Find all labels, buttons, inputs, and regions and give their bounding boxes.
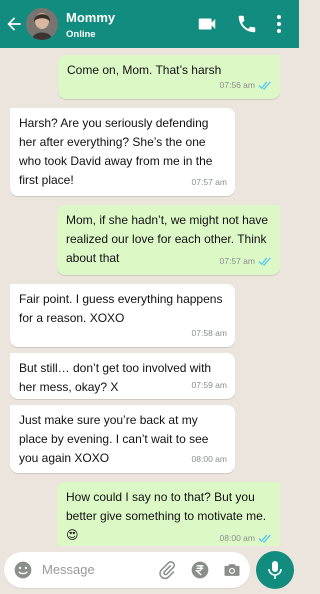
- double-check-icon: [258, 81, 271, 90]
- message-placeholder: Message: [42, 562, 95, 577]
- mic-button[interactable]: [256, 551, 294, 589]
- double-check-icon: [258, 257, 271, 266]
- paperclip-icon[interactable]: [157, 560, 177, 580]
- message-bubble-outgoing[interactable]: Mom, if she hadn’t, we might not have re…: [57, 205, 280, 275]
- message-bubble-incoming[interactable]: Just make sure you’re back at my place b…: [10, 405, 235, 473]
- message-bubble-incoming[interactable]: Harsh? Are you seriously defending her a…: [10, 108, 235, 196]
- message-bubble-outgoing[interactable]: How could I say no to that? But you bett…: [57, 482, 280, 552]
- chat-header: Mommy Online: [0, 0, 299, 48]
- message-bubble-incoming[interactable]: Fair point. I guess everything happens f…: [10, 284, 235, 347]
- mic-icon: [268, 561, 282, 579]
- rupee-payment-icon[interactable]: [190, 560, 210, 580]
- message-list[interactable]: Come on, Mom. That’s harsh 07:56 am Hars…: [0, 48, 299, 552]
- message-time: 07:58 am: [191, 328, 227, 338]
- message-time: 07:57 am: [191, 177, 227, 187]
- message-time: 07:56 am: [219, 80, 255, 90]
- back-arrow-icon[interactable]: [4, 14, 24, 34]
- more-vertical-icon[interactable]: [272, 13, 286, 35]
- message-time: 07:57 am: [219, 256, 255, 266]
- phone-icon[interactable]: [236, 13, 258, 35]
- contact-status: Online: [66, 29, 96, 40]
- video-call-icon[interactable]: [196, 13, 218, 35]
- composer-bar: Message: [0, 546, 299, 594]
- emoji-icon[interactable]: [13, 560, 33, 580]
- message-text: Fair point. I guess everything happens f…: [19, 292, 223, 325]
- camera-icon[interactable]: [222, 560, 242, 580]
- contact-name[interactable]: Mommy: [66, 10, 115, 25]
- avatar[interactable]: [26, 8, 58, 40]
- message-input[interactable]: Message: [4, 552, 250, 588]
- message-bubble-outgoing[interactable]: Come on, Mom. That’s harsh 07:56 am: [58, 55, 280, 99]
- message-bubble-incoming[interactable]: But still… don’t get too involved with h…: [10, 353, 235, 399]
- message-time: 08:00 am: [191, 454, 227, 464]
- double-check-icon: [258, 534, 271, 543]
- message-time: 07:59 am: [191, 380, 227, 390]
